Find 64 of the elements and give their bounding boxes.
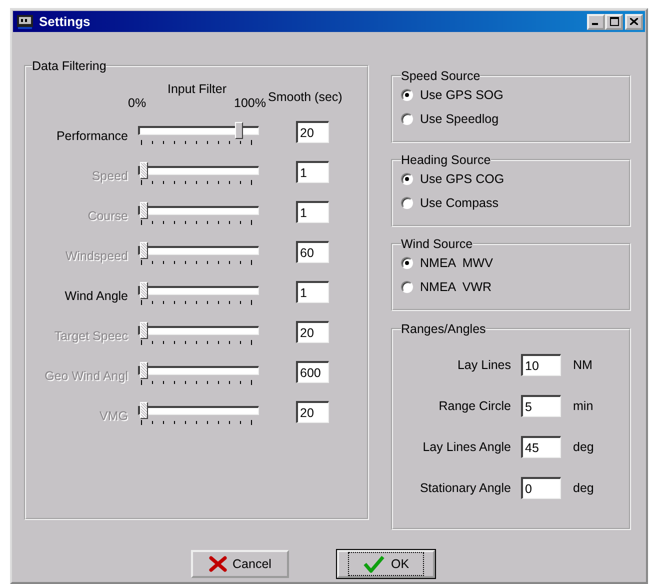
column-header: Smooth (sec) bbox=[268, 90, 342, 104]
group-title: Heading Source bbox=[401, 153, 491, 167]
value-field[interactable]: 5 bbox=[521, 395, 561, 417]
value-field[interactable]: 0 bbox=[521, 477, 561, 499]
slider[interactable] bbox=[138, 201, 260, 225]
window-title: Settings bbox=[39, 14, 92, 29]
scale-label: 0% bbox=[128, 96, 146, 110]
slider[interactable] bbox=[138, 281, 260, 305]
smooth-field[interactable]: 20 bbox=[296, 121, 329, 143]
slider[interactable] bbox=[138, 161, 260, 185]
group-title: Speed Source bbox=[401, 69, 480, 83]
radio-option[interactable]: NMEA MWV bbox=[401, 251, 621, 275]
slider[interactable] bbox=[138, 121, 260, 145]
radio-button[interactable] bbox=[401, 89, 413, 101]
unit-label: deg bbox=[573, 440, 595, 454]
group-title: Data Filtering bbox=[32, 59, 106, 73]
slider[interactable] bbox=[138, 401, 260, 425]
radio-option[interactable]: Use Speedlog bbox=[401, 107, 621, 131]
close-button[interactable] bbox=[625, 14, 643, 30]
slider[interactable] bbox=[138, 361, 260, 385]
radio-button[interactable] bbox=[401, 113, 413, 125]
radio-option[interactable]: NMEA VWR bbox=[401, 275, 621, 299]
maximize-icon bbox=[610, 17, 618, 26]
minimize-button[interactable] bbox=[587, 14, 605, 30]
field-label: Range Circle bbox=[438, 399, 511, 413]
cancel-button[interactable]: Cancel bbox=[191, 550, 289, 578]
maximize-button[interactable] bbox=[605, 14, 623, 30]
row-label: Geo Wind Angl bbox=[44, 369, 128, 383]
slider-thumb[interactable] bbox=[235, 122, 244, 139]
row-label: Course bbox=[86, 209, 128, 223]
unit-label: deg bbox=[573, 481, 595, 495]
group-title: Wind Source bbox=[401, 237, 473, 251]
ok-button[interactable]: OK bbox=[337, 550, 435, 578]
radio-button[interactable] bbox=[401, 281, 413, 293]
slider[interactable] bbox=[138, 321, 260, 345]
cross-icon bbox=[208, 556, 227, 572]
close-icon bbox=[630, 18, 638, 25]
slider[interactable] bbox=[138, 241, 260, 265]
unit-label: min bbox=[573, 399, 594, 413]
radio-option[interactable]: Use Compass bbox=[401, 191, 621, 215]
group-title: Ranges/Angles bbox=[401, 322, 486, 336]
value-field[interactable]: 10 bbox=[521, 354, 561, 376]
value-field[interactable]: 45 bbox=[521, 436, 561, 458]
row-label: VMG bbox=[98, 409, 128, 423]
field-label: Lay Lines bbox=[456, 358, 511, 372]
radio-button[interactable] bbox=[401, 173, 413, 185]
smooth-field[interactable]: 1 bbox=[296, 281, 329, 303]
slider-thumb[interactable] bbox=[140, 282, 148, 299]
radio-option[interactable]: Use GPS SOG bbox=[401, 83, 621, 107]
row-label: Windspeed bbox=[64, 249, 128, 263]
radio-button[interactable] bbox=[401, 197, 413, 209]
radio-button[interactable] bbox=[401, 257, 413, 269]
check-icon bbox=[362, 555, 385, 573]
row-label: Speed bbox=[90, 169, 128, 183]
row-label: Target Speec bbox=[53, 329, 128, 343]
scale-label: 100% bbox=[234, 96, 266, 110]
unit-label: NM bbox=[573, 358, 594, 372]
row-label: Performance bbox=[55, 129, 128, 143]
field-label: Lay Lines Angle bbox=[422, 440, 511, 454]
radio-option[interactable]: Use GPS COG bbox=[401, 167, 621, 191]
row-label: Wind Angle bbox=[64, 289, 128, 303]
column-header: Input Filter bbox=[167, 82, 227, 96]
field-label: Stationary Angle bbox=[418, 481, 511, 495]
app-icon bbox=[17, 14, 33, 28]
